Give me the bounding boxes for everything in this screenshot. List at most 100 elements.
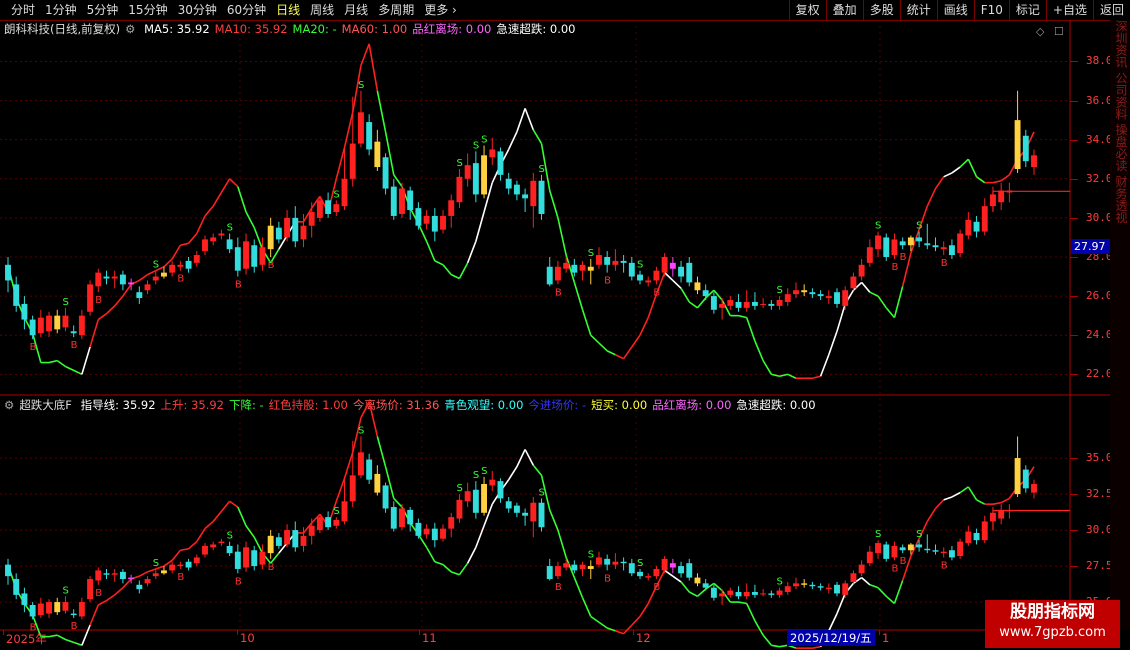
sub-candle-body [727, 590, 734, 595]
sub-guide-segment [885, 595, 895, 605]
period-tab-10[interactable]: 更多 › [419, 2, 462, 18]
sub-signal-sell: S [875, 529, 881, 540]
toolbar-button-1[interactable]: 叠加 [825, 0, 863, 20]
sub-signal-sell: S [637, 558, 643, 569]
main-guide-segment [442, 264, 452, 276]
indicator-legend-item-8: 品红离场: 0.00 [652, 398, 732, 412]
main-signal-buy: B [235, 280, 242, 291]
main-candle-body [21, 303, 28, 320]
period-tab-5[interactable]: 60分钟 [222, 2, 271, 18]
toolbar-button-4[interactable]: 画线 [936, 0, 974, 20]
main-candle-body [481, 155, 488, 195]
sub-guide-segment [926, 508, 937, 522]
main-candle-body [505, 178, 512, 189]
settings-circle-icon[interactable]: ⚙ [125, 22, 135, 36]
toolbar-button-8[interactable]: 返回 [1092, 0, 1130, 20]
main-candle-body [415, 208, 422, 226]
sub-guide-segment [943, 496, 953, 501]
toolbar-button-0[interactable]: 复权 [788, 0, 826, 20]
main-candle-body [54, 315, 61, 330]
main-candle-body [5, 264, 11, 281]
main-guide-segment [450, 273, 460, 280]
main-guide-segment [384, 131, 395, 176]
sub-candle-body [973, 532, 980, 541]
main-signal-buy: B [555, 287, 562, 298]
main-guide-segment [918, 205, 929, 230]
sub-signal-sell: S [358, 425, 364, 436]
toolbar-button-3[interactable]: 统计 [899, 0, 937, 20]
indicator-legend-item-7: 短买: 0.00 [591, 398, 648, 412]
period-tab-2[interactable]: 5分钟 [82, 2, 124, 18]
main-signal-buy: B [653, 287, 660, 298]
main-signal-buy: B [268, 260, 275, 271]
main-guide-segment [122, 283, 132, 297]
sub-yaxis-tick [1070, 566, 1078, 568]
sub-candle-body [924, 548, 931, 551]
main-candle-body [464, 165, 471, 179]
date-axis-tick [633, 630, 634, 635]
sub-candle-body [374, 473, 381, 493]
sub-candle-body [948, 550, 955, 558]
main-yaxis-tick [1070, 335, 1078, 337]
sub-guide-segment [910, 538, 920, 557]
sub-guide-segment [655, 570, 666, 587]
info-side-tabs[interactable]: 深圳资讯 公司资料 操盘必读 财务透视 [1110, 20, 1130, 630]
main-candle-body [940, 247, 947, 250]
sub-signal-buy: B [268, 562, 275, 573]
toolbar-button-5[interactable]: F10 [973, 0, 1009, 20]
sub-guide-segment [524, 449, 535, 466]
toolbar-button-6[interactable]: 标记 [1008, 0, 1046, 20]
period-tab-6[interactable]: 日线 [271, 2, 305, 18]
main-candle-body [218, 233, 225, 236]
main-guide-segment [655, 272, 666, 295]
sub-guide-segment [1017, 479, 1027, 488]
main-guide-segment [220, 178, 231, 193]
diamond-icon[interactable]: ◇ [1036, 25, 1044, 38]
expand-icon[interactable]: ☐ [1054, 25, 1064, 38]
period-tab-4[interactable]: 30分钟 [173, 2, 222, 18]
period-tab-8[interactable]: 月线 [339, 2, 373, 18]
main-candle-body [366, 122, 373, 150]
sub-candle-body [54, 602, 61, 613]
sub-signal-buy: B [891, 563, 898, 574]
sub-candle-body [505, 501, 512, 509]
main-guide-segment [672, 279, 682, 289]
date-axis-label: 1 [882, 631, 890, 645]
main-candle-body [563, 262, 570, 269]
sub-candle-body [210, 544, 217, 548]
main-yaxis-tick [1070, 61, 1078, 63]
main-signal-buy: B [891, 262, 898, 273]
watermark-url: www.7gpzb.com [999, 625, 1106, 640]
sub-signal-sell: S [473, 470, 479, 481]
main-candle-body [735, 301, 742, 308]
sub-candle-body [579, 564, 586, 569]
period-tab-7[interactable]: 周线 [305, 2, 339, 18]
sub-candle-body [390, 507, 397, 529]
sub-signal-sell: S [227, 531, 233, 542]
toolbar-button-2[interactable]: 多股 [862, 0, 900, 20]
sub-guide-segment [15, 588, 26, 604]
sub-candle-body [275, 537, 282, 546]
indicator-legend-item-5: 青色观望: 0.00 [444, 398, 524, 412]
sub-candle-body [13, 579, 20, 595]
main-guide-segment [557, 217, 567, 256]
sub-candle-body [825, 587, 832, 590]
period-tab-1[interactable]: 1分钟 [40, 2, 82, 18]
main-legend-item-3: MA60: 1.00 [341, 22, 408, 36]
main-candle-body [1031, 155, 1037, 168]
main-guide-segment [499, 149, 510, 166]
toolbar-button-7[interactable]: +自选 [1045, 0, 1093, 20]
main-guide-segment [967, 158, 978, 178]
date-axis-label: 10 [240, 631, 255, 645]
main-candle-body [390, 186, 397, 216]
main-candle-body [1006, 190, 1013, 193]
sub-candle-body [563, 563, 570, 568]
period-tab-3[interactable]: 15分钟 [123, 2, 172, 18]
sub-candle-body [686, 563, 693, 578]
period-tab-9[interactable]: 多周期 [373, 2, 419, 18]
indicator-circle-icon[interactable]: ⚙ [4, 398, 14, 412]
main-candle-body [891, 239, 898, 256]
period-tab-0[interactable]: 分时 [6, 2, 40, 18]
indicator-legend-item-3: 红色持股: 1.00 [268, 398, 348, 412]
sub-signal-buy: B [235, 576, 242, 587]
